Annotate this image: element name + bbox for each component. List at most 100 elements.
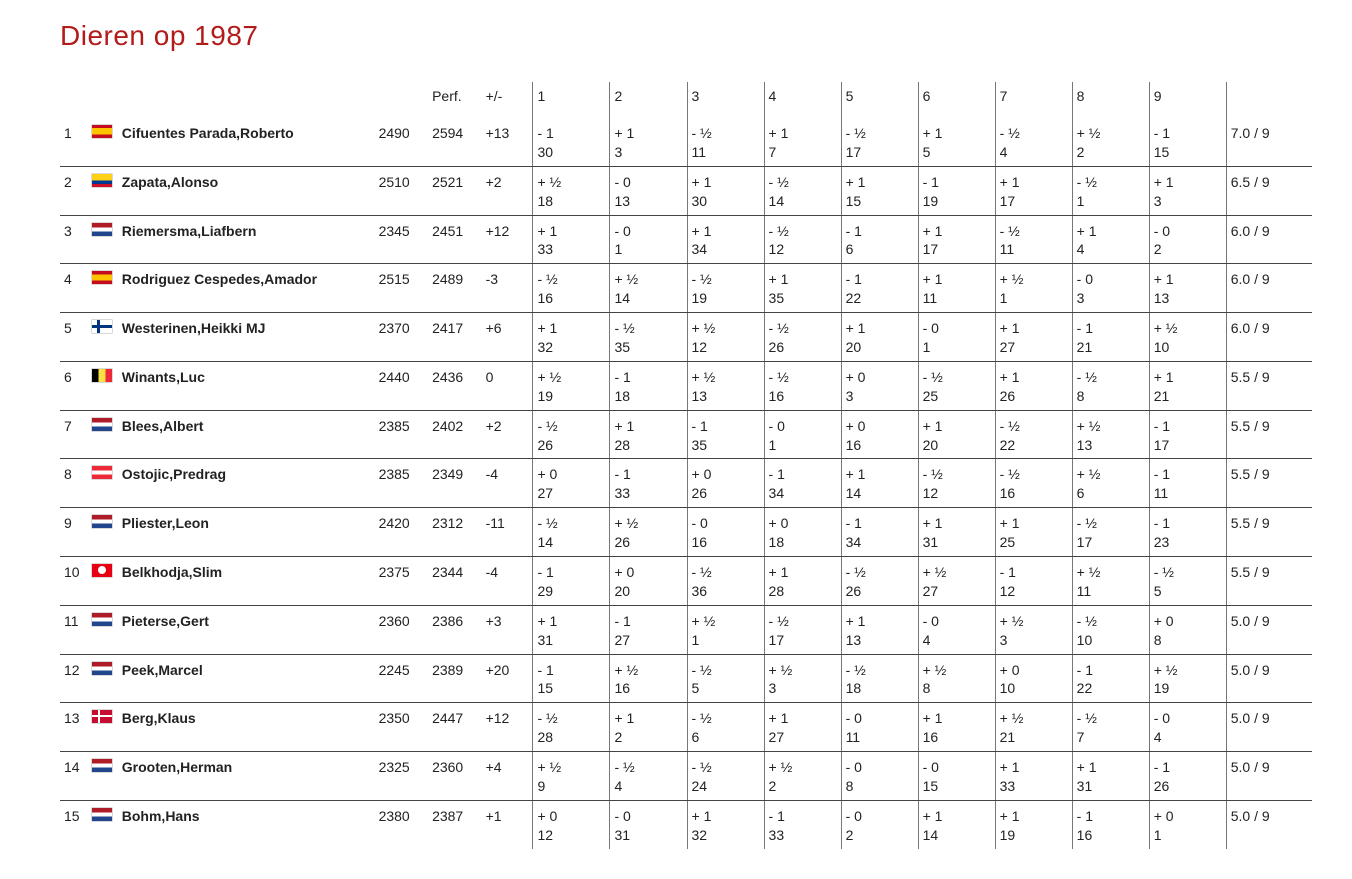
player-name[interactable]: Ostojic,Predrag (118, 459, 375, 508)
round-cell[interactable]: - 0 13 (610, 166, 687, 215)
round-cell[interactable]: + 1 32 (533, 313, 610, 362)
round-cell[interactable]: - 0 4 (1149, 703, 1226, 752)
player-name[interactable]: Winants,Luc (118, 361, 375, 410)
round-cell[interactable]: + 1 35 (764, 264, 841, 313)
round-cell[interactable]: + 1 26 (995, 361, 1072, 410)
player-name[interactable]: Grooten,Herman (118, 752, 375, 801)
round-cell[interactable]: - 0 1 (610, 215, 687, 264)
round-cell[interactable]: - ½ 5 (687, 654, 764, 703)
round-cell[interactable]: + 0 10 (995, 654, 1072, 703)
round-cell[interactable]: - 1 30 (533, 118, 610, 166)
player-name[interactable]: Cifuentes Parada,Roberto (118, 118, 375, 166)
round-cell[interactable]: - ½ 17 (841, 118, 918, 166)
round-cell[interactable]: - ½ 36 (687, 557, 764, 606)
round-cell[interactable]: + ½ 21 (995, 703, 1072, 752)
round-cell[interactable]: - 1 22 (1072, 654, 1149, 703)
round-cell[interactable]: - 1 17 (1149, 410, 1226, 459)
round-cell[interactable]: - ½ 8 (1072, 361, 1149, 410)
round-cell[interactable]: + ½ 1 (687, 605, 764, 654)
player-name[interactable]: Berg,Klaus (118, 703, 375, 752)
round-cell[interactable]: + ½ 10 (1149, 313, 1226, 362)
round-cell[interactable]: - 0 1 (764, 410, 841, 459)
round-cell[interactable]: - ½ 28 (533, 703, 610, 752)
round-cell[interactable]: + 1 14 (918, 800, 995, 848)
round-cell[interactable]: - ½ 18 (841, 654, 918, 703)
round-cell[interactable]: + ½ 2 (764, 752, 841, 801)
round-cell[interactable]: - 1 27 (610, 605, 687, 654)
round-cell[interactable]: - 1 16 (1072, 800, 1149, 848)
round-cell[interactable]: + ½ 14 (610, 264, 687, 313)
player-name[interactable]: Westerinen,Heikki MJ (118, 313, 375, 362)
player-name[interactable]: Peek,Marcel (118, 654, 375, 703)
round-cell[interactable]: - ½ 22 (995, 410, 1072, 459)
player-name[interactable]: Blees,Albert (118, 410, 375, 459)
round-cell[interactable]: + ½ 26 (610, 508, 687, 557)
round-cell[interactable]: - ½ 7 (1072, 703, 1149, 752)
round-cell[interactable]: + 0 18 (764, 508, 841, 557)
round-cell[interactable]: - ½ 10 (1072, 605, 1149, 654)
round-cell[interactable]: - ½ 35 (610, 313, 687, 362)
round-cell[interactable]: - 0 2 (1149, 215, 1226, 264)
player-name[interactable]: Bohm,Hans (118, 800, 375, 848)
round-cell[interactable]: - ½ 12 (764, 215, 841, 264)
round-cell[interactable]: - 0 4 (918, 605, 995, 654)
round-cell[interactable]: + 0 27 (533, 459, 610, 508)
player-name[interactable]: Pliester,Leon (118, 508, 375, 557)
round-cell[interactable]: + 1 33 (533, 215, 610, 264)
round-cell[interactable]: - ½ 14 (533, 508, 610, 557)
round-cell[interactable]: - 1 26 (1149, 752, 1226, 801)
round-cell[interactable]: + 0 20 (610, 557, 687, 606)
round-cell[interactable]: - 0 16 (687, 508, 764, 557)
round-cell[interactable]: + 1 5 (918, 118, 995, 166)
round-cell[interactable]: - 1 22 (841, 264, 918, 313)
round-cell[interactable]: - ½ 17 (1072, 508, 1149, 557)
round-cell[interactable]: + ½ 16 (610, 654, 687, 703)
round-cell[interactable]: - 1 35 (687, 410, 764, 459)
round-cell[interactable]: + 0 8 (1149, 605, 1226, 654)
round-cell[interactable]: + 1 21 (1149, 361, 1226, 410)
round-cell[interactable]: + ½ 8 (918, 654, 995, 703)
round-cell[interactable]: + 1 31 (1072, 752, 1149, 801)
round-cell[interactable]: - 0 3 (1072, 264, 1149, 313)
round-cell[interactable]: - 1 21 (1072, 313, 1149, 362)
round-cell[interactable]: - ½ 16 (764, 361, 841, 410)
round-cell[interactable]: + ½ 6 (1072, 459, 1149, 508)
round-cell[interactable]: - ½ 4 (610, 752, 687, 801)
round-cell[interactable]: - 0 31 (610, 800, 687, 848)
round-cell[interactable]: + 1 11 (918, 264, 995, 313)
round-cell[interactable]: + 0 1 (1149, 800, 1226, 848)
round-cell[interactable]: + 1 28 (610, 410, 687, 459)
round-cell[interactable]: + 0 26 (687, 459, 764, 508)
round-cell[interactable]: + 1 32 (687, 800, 764, 848)
round-cell[interactable]: + 1 34 (687, 215, 764, 264)
round-cell[interactable]: - 1 11 (1149, 459, 1226, 508)
round-cell[interactable]: + ½ 2 (1072, 118, 1149, 166)
round-cell[interactable]: + 1 28 (764, 557, 841, 606)
round-cell[interactable]: - ½ 11 (995, 215, 1072, 264)
round-cell[interactable]: - 1 33 (764, 800, 841, 848)
round-cell[interactable]: + ½ 3 (995, 605, 1072, 654)
round-cell[interactable]: + ½ 13 (687, 361, 764, 410)
round-cell[interactable]: - ½ 17 (764, 605, 841, 654)
round-cell[interactable]: - ½ 6 (687, 703, 764, 752)
round-cell[interactable]: + 1 14 (841, 459, 918, 508)
round-cell[interactable]: + 1 20 (918, 410, 995, 459)
round-cell[interactable]: - ½ 14 (764, 166, 841, 215)
round-cell[interactable]: + ½ 19 (1149, 654, 1226, 703)
round-cell[interactable]: - 1 34 (841, 508, 918, 557)
player-name[interactable]: Belkhodja,Slim (118, 557, 375, 606)
round-cell[interactable]: - 0 8 (841, 752, 918, 801)
round-cell[interactable]: - ½ 16 (533, 264, 610, 313)
round-cell[interactable]: - 1 12 (995, 557, 1072, 606)
round-cell[interactable]: - 1 15 (1149, 118, 1226, 166)
round-cell[interactable]: + 1 15 (841, 166, 918, 215)
player-name[interactable]: Zapata,Alonso (118, 166, 375, 215)
round-cell[interactable]: + 1 27 (995, 313, 1072, 362)
round-cell[interactable]: + ½ 1 (995, 264, 1072, 313)
round-cell[interactable]: - 0 15 (918, 752, 995, 801)
player-name[interactable]: Rodriguez Cespedes,Amador (118, 264, 375, 313)
round-cell[interactable]: + 1 31 (918, 508, 995, 557)
player-name[interactable]: Pieterse,Gert (118, 605, 375, 654)
round-cell[interactable]: + 1 7 (764, 118, 841, 166)
round-cell[interactable]: - ½ 16 (995, 459, 1072, 508)
